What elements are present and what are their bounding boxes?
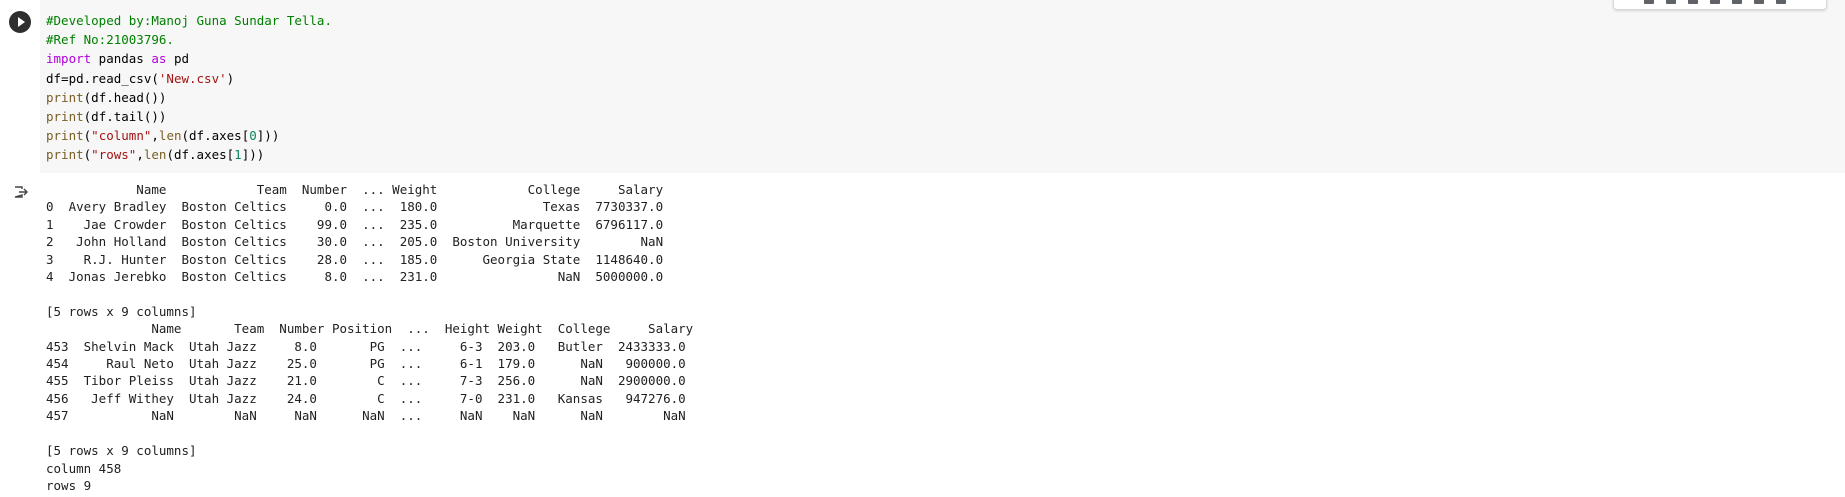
code-line: print("rows",len(df.axes[1])) <box>46 145 332 164</box>
output-line: column 458 <box>46 460 122 476</box>
code-token: pd <box>166 51 190 67</box>
code-token: print <box>46 128 84 144</box>
output-line: 0 Avery Bradley Boston Celtics 0.0 ... 1… <box>46 199 664 215</box>
mirror-cell-icon[interactable] <box>1732 0 1742 4</box>
code-line: #Developed by:Manoj Guna Sundar Tella. <box>46 11 332 30</box>
output-line: 2 John Holland Boston Celtics 30.0 ... 2… <box>46 234 664 250</box>
code-token: (df.head()) <box>83 89 167 105</box>
code-line: df=pd.read_csv('New.csv') <box>46 69 332 88</box>
output-redirect-icon[interactable] <box>13 185 28 199</box>
code-line: import pandas as pd <box>46 49 332 68</box>
output-line: Name Team Number ... Weight College Sala… <box>46 182 664 197</box>
output-line: 456 Jeff Withey Utah Jazz 24.0 C ... 7-0… <box>46 390 686 406</box>
output-line: [5 rows x 9 columns] <box>46 443 197 459</box>
settings-gear-icon[interactable] <box>1710 0 1720 4</box>
code-line: print("column",len(df.axes[0])) <box>46 126 332 145</box>
code-text[interactable]: #Developed by:Manoj Guna Sundar Tella. #R… <box>46 11 332 165</box>
code-token: ])) <box>241 147 265 163</box>
output-line: 4 Jonas Jerebko Boston Celtics 8.0 ... 2… <box>46 269 664 285</box>
code-token: print <box>46 147 84 163</box>
cell-output: Name Team Number ... Weight College Sala… <box>46 181 693 494</box>
code-token: #Ref No:21003796. <box>46 32 174 48</box>
code-line: print(df.head()) <box>46 88 332 107</box>
output-line: 453 Shelvin Mack Utah Jazz 8.0 PG ... 6-… <box>46 338 686 354</box>
output-line: rows 9 <box>46 477 92 493</box>
code-token: pandas <box>91 51 152 67</box>
output-line: 3 R.J. Hunter Boston Celtics 28.0 ... 18… <box>46 251 664 267</box>
move-cell-up-icon[interactable] <box>1644 0 1654 4</box>
play-icon <box>18 17 25 27</box>
code-token: ])) <box>256 128 280 144</box>
notebook-cell: #Developed by:Manoj Guna Sundar Tella. #R… <box>0 0 1845 497</box>
code-token: , <box>136 147 144 163</box>
cell-gutter <box>0 0 40 173</box>
run-cell-button[interactable] <box>9 11 31 33</box>
code-token: (df.axes[ <box>166 147 235 163</box>
code-line: print(df.tail()) <box>46 107 332 126</box>
output-line: [5 rows x 9 columns] <box>46 303 197 319</box>
code-token: print <box>46 109 84 125</box>
code-token: "column" <box>91 128 152 144</box>
code-token: 'New.csv' <box>158 70 227 86</box>
code-token: len <box>158 128 182 144</box>
code-token: df=pd.read_csv( <box>46 70 159 86</box>
code-token: ) <box>226 70 235 86</box>
code-token: #Developed by:Manoj Guna Sundar Tella. <box>46 13 332 28</box>
code-token: , <box>151 128 159 144</box>
output-line: 455 Tibor Pleiss Utah Jazz 21.0 C ... 7-… <box>46 373 686 389</box>
output-line: Name Team Number Position ... Height Wei… <box>46 321 694 337</box>
link-cell-icon[interactable] <box>1666 0 1676 4</box>
code-token: 1 <box>234 147 242 163</box>
more-options-icon[interactable] <box>1776 0 1786 4</box>
output-line: 454 Raul Neto Utah Jazz 25.0 PG ... 6-1 … <box>46 356 686 372</box>
code-line: #Ref No:21003796. <box>46 30 332 49</box>
code-token: import <box>46 51 92 67</box>
cell-toolbar <box>1613 0 1827 10</box>
code-token: (df.axes[ <box>181 128 250 144</box>
code-token: (df.tail()) <box>83 109 167 125</box>
code-token: print <box>46 89 84 105</box>
code-token: as <box>151 51 167 67</box>
code-token: 0 <box>249 128 257 144</box>
comment-icon[interactable] <box>1688 0 1698 4</box>
delete-cell-icon[interactable] <box>1754 0 1764 4</box>
output-line: 457 NaN NaN NaN NaN ... NaN NaN NaN NaN <box>46 408 686 424</box>
output-line: 1 Jae Crowder Boston Celtics 99.0 ... 23… <box>46 216 664 232</box>
code-token: "rows" <box>91 147 137 163</box>
code-token: len <box>143 147 167 163</box>
